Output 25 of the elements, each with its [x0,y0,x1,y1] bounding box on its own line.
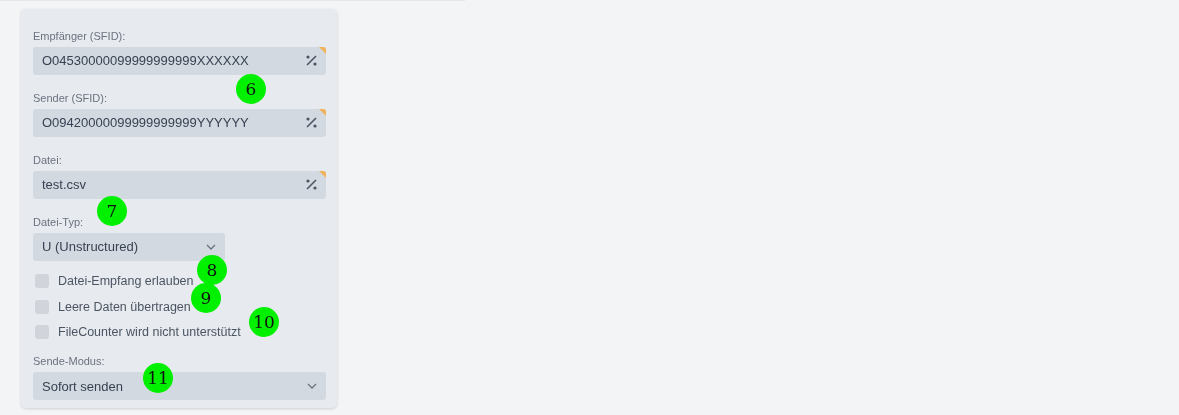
percent-icon [306,179,317,191]
chevron-down-icon [307,383,317,389]
field-label: Datei-Typ: [33,215,85,228]
corner-marker [319,47,326,54]
corner-marker [319,109,326,116]
field-label: Sende-Modus: [33,355,106,367]
callout-number: 7 [97,196,127,226]
percent-icon [306,55,317,67]
field-label: Datei: [33,153,63,166]
callout-number: 11 [143,363,173,393]
input-field[interactable]: O09420000099999999999YYYYYY [33,109,326,137]
input-field[interactable]: test.csv [33,170,326,199]
callout-number: 10 [249,307,279,337]
chevron-down-icon [206,243,216,250]
checkbox-label: Datei-Empfang erlauben [58,274,194,289]
checkbox-label: Leere Daten übertragen [58,299,191,314]
callout-number: 8 [197,255,227,285]
corner-marker [319,170,326,178]
input-field[interactable]: O04530000099999999999XXXXXX [33,47,326,75]
dropdown[interactable]: U (Unstructured) [33,232,225,261]
percent-icon [306,117,317,129]
field-label: Empfänger (SFID): [33,30,127,42]
field-label: Sender (SFID): [33,92,108,104]
checkbox-label: FileCounter wird nicht unterstützt [58,324,241,339]
callout-number: 6 [236,74,266,104]
